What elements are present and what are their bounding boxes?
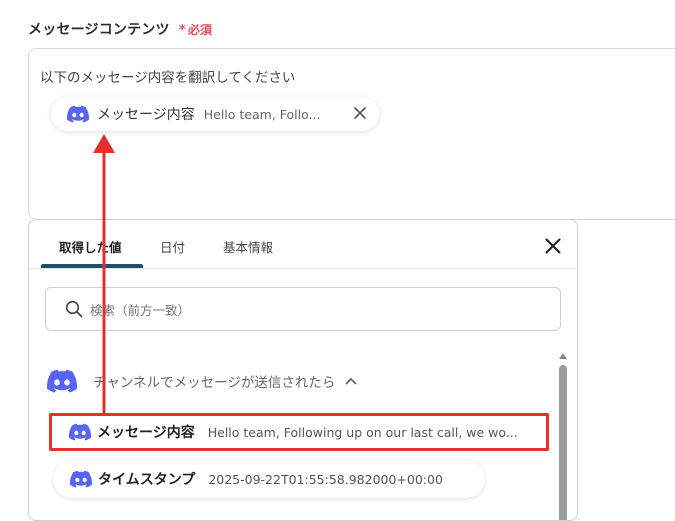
list-item[interactable]: タイムスタンプ 2025-09-22T01:55:58.982000+00:00 (53, 460, 485, 498)
discord-icon (69, 423, 91, 441)
scroll-up-arrow[interactable] (559, 353, 567, 359)
chip-label: メッセージ内容 (97, 107, 195, 123)
tab-date[interactable]: 日付 (160, 237, 185, 256)
value-picker-panel: 取得した値 日付 基本情報 チャンネルでメッセージが送信されたら メッセージ内容… (28, 219, 578, 521)
section-header[interactable]: チャンネルでメッセージが送信されたら (47, 366, 547, 396)
list-item-label: メッセージ内容 (97, 425, 195, 441)
search-icon (65, 300, 83, 318)
tab-retrieved-values[interactable]: 取得した値 (59, 237, 122, 256)
section-title: チャンネルでメッセージが送信されたら (93, 375, 336, 391)
search-box (45, 287, 561, 331)
required-text: 必須 (187, 23, 213, 37)
field-label: メッセージコンテンツ * 必須 (28, 19, 212, 39)
message-content-editor[interactable]: 以下のメッセージ内容を翻訳してください メッセージ内容 Hello team, … (28, 48, 675, 220)
tab-bar: 取得した値 日付 基本情報 (29, 220, 577, 269)
active-tab-indicator (41, 264, 143, 268)
list-item-value: Hello team, Following up on our last cal… (207, 424, 518, 440)
required-star: * (178, 23, 186, 38)
scroll-thumb[interactable] (559, 365, 567, 520)
search-input[interactable] (88, 298, 532, 322)
list-item-label: タイムスタンプ (98, 472, 196, 488)
required-badge: * 必須 (178, 23, 213, 38)
list-item-value: 2025-09-22T01:55:58.982000+00:00 (208, 471, 443, 487)
discord-icon (67, 105, 89, 123)
tab-basic-info[interactable]: 基本情報 (223, 237, 273, 256)
close-icon[interactable] (545, 238, 561, 254)
chip-value: Hello team, Follo... (203, 106, 321, 122)
close-icon[interactable] (353, 106, 367, 120)
field-label-text: メッセージコンテンツ (28, 22, 170, 38)
discord-icon (47, 369, 77, 393)
list-item[interactable]: メッセージ内容 Hello team, Following up on our … (49, 413, 549, 451)
discord-icon (70, 470, 92, 488)
chevron-up-icon[interactable] (345, 377, 357, 385)
editor-text: 以下のメッセージ内容を翻訳してください (40, 70, 296, 86)
variable-chip[interactable]: メッセージ内容 Hello team, Follo... (51, 97, 379, 131)
